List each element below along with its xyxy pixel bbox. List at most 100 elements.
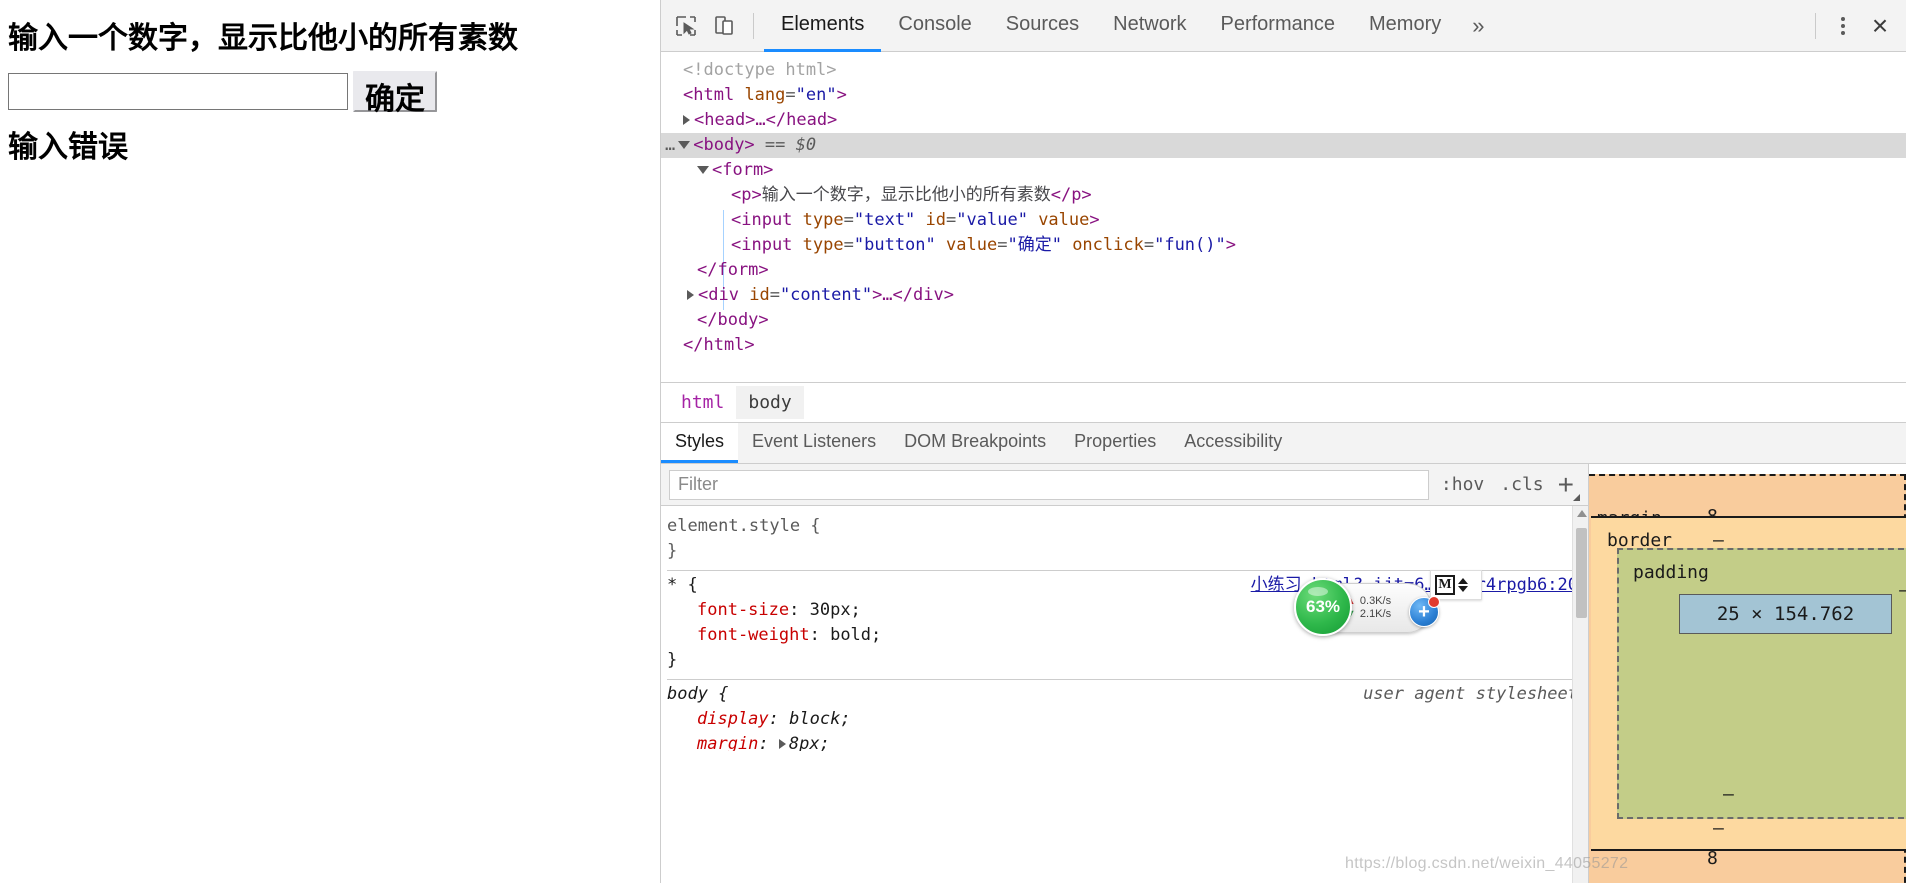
breadcrumb-item-body[interactable]: body xyxy=(736,386,804,419)
expand-shorthand-icon[interactable] xyxy=(778,739,786,749)
toolbar-right-group: × xyxy=(1805,7,1900,45)
toolbar-divider-right xyxy=(1815,12,1816,39)
new-style-rule-button[interactable]: + xyxy=(1552,468,1584,501)
devtools-toolbar: Elements Console Sources Network Perform… xyxy=(661,0,1906,52)
css-property-value: bold; xyxy=(830,625,882,645)
css-rule-body-ua[interactable]: body { user agent stylesheet display: bl… xyxy=(667,679,1588,751)
tab-console[interactable]: Console xyxy=(881,0,988,52)
css-property-name: margin xyxy=(697,734,759,751)
user-agent-stylesheet-note: user agent stylesheet xyxy=(1363,684,1578,704)
css-declaration[interactable]: font-weight: bold; xyxy=(667,623,1588,648)
collapse-body-icon[interactable] xyxy=(678,141,691,149)
result-message: 输入错误 xyxy=(8,131,128,164)
close-icon[interactable]: × xyxy=(1860,7,1900,45)
css-rules-list[interactable]: element.style { } * { 小练习.html?_ijt=6…ec… xyxy=(661,506,1588,883)
dom-tree[interactable]: <!doctype html> <html lang="en"> <head>…… xyxy=(661,52,1906,382)
tab-performance[interactable]: Performance xyxy=(1204,0,1353,52)
box-model-content-size[interactable]: 25 × 154.762 xyxy=(1679,594,1892,634)
dom-line-p[interactable]: <p>输入一个数字，显示比他小的所有素数</p> xyxy=(661,183,1906,208)
box-model-padding[interactable]: padding – 25 × 154.762 – xyxy=(1617,548,1906,819)
more-options-icon[interactable] xyxy=(1826,7,1860,45)
ime-mode-chip[interactable]: M xyxy=(1430,570,1482,600)
css-property-name: font-weight xyxy=(697,625,810,645)
box-model-pane: margin 8 8 border – – padding – 25 × 154… xyxy=(1588,464,1906,883)
expand-div-icon[interactable] xyxy=(687,290,694,300)
margin-bottom-value[interactable]: 8 xyxy=(1707,848,1718,869)
css-rule-close: } xyxy=(667,650,678,670)
ime-spinner-icon[interactable] xyxy=(1458,578,1468,592)
box-model-margin[interactable]: margin 8 8 border – – padding – 25 × 154… xyxy=(1589,474,1906,883)
tab-elements[interactable]: Elements xyxy=(764,0,882,52)
tab-memory[interactable]: Memory xyxy=(1352,0,1458,52)
styles-sidebar-tabs: Styles Event Listeners DOM Breakpoints P… xyxy=(661,422,1906,464)
breadcrumb-item-html[interactable]: html xyxy=(669,386,736,419)
value-input[interactable] xyxy=(8,73,348,110)
tab-styles[interactable]: Styles xyxy=(661,423,739,463)
download-speed-row: ▼ 2.1K/s xyxy=(1345,608,1391,621)
css-rule-close: } xyxy=(667,541,678,561)
tab-dom-breakpoints[interactable]: DOM Breakpoints xyxy=(890,423,1060,463)
scrollbar-thumb[interactable] xyxy=(1576,528,1587,618)
styles-rules-column: :hov .cls + element.style { } * { 小练习.ht… xyxy=(661,464,1588,883)
page-form: 确定 xyxy=(8,71,652,116)
devtools-panel: Elements Console Sources Network Perform… xyxy=(660,0,1906,883)
dom-line-html-close[interactable]: </html> xyxy=(661,333,1906,358)
cls-toggle-button[interactable]: .cls xyxy=(1492,474,1551,495)
scroll-up-arrow-icon[interactable] xyxy=(1577,510,1587,517)
css-property-value: block; xyxy=(789,709,851,729)
web-page-pane: 输入一个数字，显示比他小的所有素数 确定 输入错误 xyxy=(0,0,660,883)
styles-filter-bar: :hov .cls + xyxy=(661,464,1588,506)
border-bottom-value[interactable]: – xyxy=(1713,818,1724,839)
caret-icon xyxy=(1573,493,1580,501)
add-button-overlay[interactable]: + xyxy=(1409,596,1440,627)
inspect-cursor-icon[interactable] xyxy=(667,7,705,45)
filter-input[interactable] xyxy=(669,469,1429,500)
styles-body: :hov .cls + element.style { } * { 小练习.ht… xyxy=(661,464,1906,883)
watermark: https://blog.csdn.net/weixin_44055272 xyxy=(1345,855,1629,872)
padding-bottom-value[interactable]: – xyxy=(1723,784,1734,805)
tab-event-listeners[interactable]: Event Listeners xyxy=(738,423,890,463)
more-tabs-icon[interactable]: » xyxy=(1458,0,1498,52)
dom-line-input-button[interactable]: <input type="button" value="确定" onclick=… xyxy=(661,233,1906,258)
tab-accessibility[interactable]: Accessibility xyxy=(1170,423,1296,463)
plus-icon: + xyxy=(1557,468,1574,500)
dom-line-body-close[interactable]: </body> xyxy=(661,308,1906,333)
dom-line-head[interactable]: <head>…</head> xyxy=(661,108,1906,133)
collapse-form-icon[interactable] xyxy=(697,166,709,174)
css-declaration[interactable]: display: block; xyxy=(667,707,1588,732)
confirm-button[interactable]: 确定 xyxy=(353,71,437,116)
dom-line-div-content[interactable]: <div id="content">…</div> xyxy=(661,283,1906,308)
battery-percent-badge[interactable]: 63% xyxy=(1294,578,1352,636)
upload-speed-value: 0.3K/s xyxy=(1359,595,1392,607)
devtools-tabs: Elements Console Sources Network Perform… xyxy=(764,0,1805,52)
ime-m-icon: M xyxy=(1435,575,1455,595)
css-property-value: 8px; xyxy=(788,734,830,751)
css-selector: element.style { xyxy=(667,516,821,536)
dom-line-html[interactable]: <html lang="en"> xyxy=(661,83,1906,108)
css-property-name: font-size xyxy=(697,600,790,620)
border-right-value[interactable]: – xyxy=(1899,580,1906,601)
css-rule-element-style[interactable]: element.style { } xyxy=(667,512,1588,570)
dom-line-doctype[interactable]: <!doctype html> xyxy=(661,58,1906,83)
dom-line-input-text[interactable]: <input type="text" id="value" value> xyxy=(661,208,1906,233)
breadcrumb: html body xyxy=(661,382,1906,422)
css-declaration[interactable]: margin: 8px; xyxy=(667,732,1588,751)
css-declaration[interactable]: font-size: 30px; xyxy=(667,598,1588,623)
css-property-value: 30px; xyxy=(809,600,861,620)
tab-sources[interactable]: Sources xyxy=(989,0,1096,52)
tab-properties[interactable]: Properties xyxy=(1060,423,1170,463)
hov-toggle-button[interactable]: :hov xyxy=(1433,474,1492,495)
download-speed-value: 2.1K/s xyxy=(1359,608,1392,620)
dom-line-body[interactable]: … <body> == $0 xyxy=(661,133,1906,158)
dom-line-form-close[interactable]: </form> xyxy=(661,258,1906,283)
toolbar-divider xyxy=(753,12,754,39)
box-model-border[interactable]: border – – padding – 25 × 154.762 – – xyxy=(1591,516,1906,851)
device-toolbar-icon[interactable] xyxy=(705,7,743,45)
padding-label: padding xyxy=(1633,562,1709,583)
expand-head-icon[interactable] xyxy=(683,115,690,125)
css-property-name: display xyxy=(697,709,769,729)
styles-scrollbar[interactable] xyxy=(1572,506,1588,883)
tab-network[interactable]: Network xyxy=(1096,0,1203,52)
page-title: 输入一个数字，显示比他小的所有素数 xyxy=(8,22,518,55)
dom-line-form[interactable]: <form> xyxy=(661,158,1906,183)
